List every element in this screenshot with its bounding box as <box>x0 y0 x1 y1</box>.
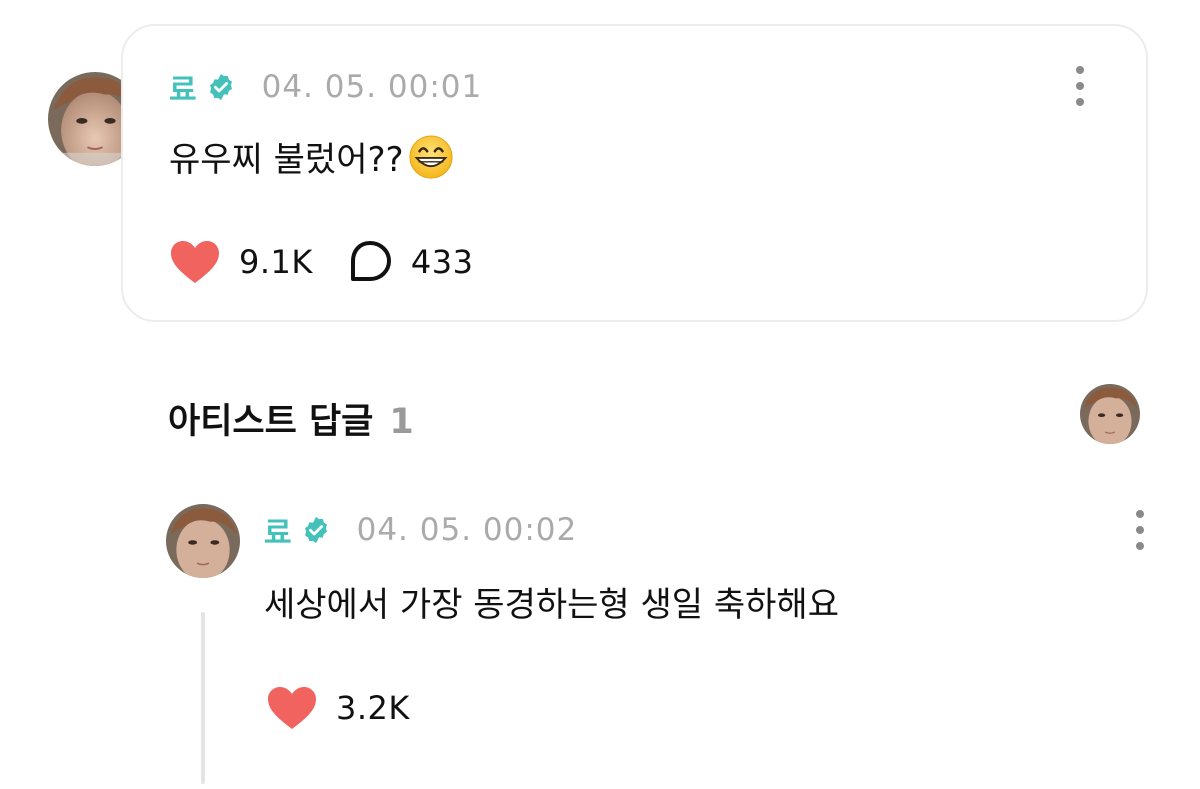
more-vertical-icon[interactable] <box>1135 510 1145 550</box>
post-body: 유우찌 불렀어?? <box>169 132 454 181</box>
verified-badge-icon <box>206 72 236 102</box>
reply-author-row: 료 04. 05. 00:02 <box>264 507 577 553</box>
avatar-photo <box>166 504 240 578</box>
avatar-photo <box>1080 384 1140 444</box>
artist-replies-header: 아티스트 답글 1 <box>168 393 414 444</box>
reply-author-name[interactable]: 료 <box>264 508 293 552</box>
grinning-face-emoji-icon <box>408 134 454 180</box>
comment-thread-page: 료 04. 05. 00:01 유우찌 불렀어?? 9.1K 433 아티스트 … <box>0 0 1200 789</box>
section-title: 아티스트 답글 <box>168 402 374 442</box>
section-count: 1 <box>389 402 414 442</box>
heart-icon[interactable] <box>266 685 318 731</box>
more-vertical-icon[interactable] <box>1075 66 1085 106</box>
post-author-row: 료 04. 05. 00:01 <box>169 64 482 110</box>
artist-avatar[interactable] <box>1080 384 1140 444</box>
reply-author-avatar[interactable] <box>166 504 240 578</box>
reply-timestamp: 04. 05. 00:02 <box>356 512 578 548</box>
post-like-count: 9.1K <box>239 243 313 281</box>
post-text: 유우찌 불렀어?? <box>169 140 404 180</box>
post-card: 료 04. 05. 00:01 유우찌 불렀어?? 9.1K 433 <box>121 24 1148 322</box>
post-author-name[interactable]: 료 <box>169 65 198 109</box>
verified-badge-icon <box>301 515 331 545</box>
reply-text: 세상에서 가장 동경하는형 생일 축하해요 <box>264 585 839 625</box>
post-comment-count: 433 <box>410 243 474 281</box>
post-stats: 9.1K 433 <box>169 234 473 290</box>
comment-bubble-icon[interactable] <box>347 239 393 285</box>
reply-like-count: 3.2K <box>336 689 410 727</box>
post-timestamp: 04. 05. 00:01 <box>261 69 483 105</box>
heart-icon[interactable] <box>169 239 221 285</box>
reply-stats: 3.2K <box>266 680 410 736</box>
thread-line <box>201 612 205 784</box>
